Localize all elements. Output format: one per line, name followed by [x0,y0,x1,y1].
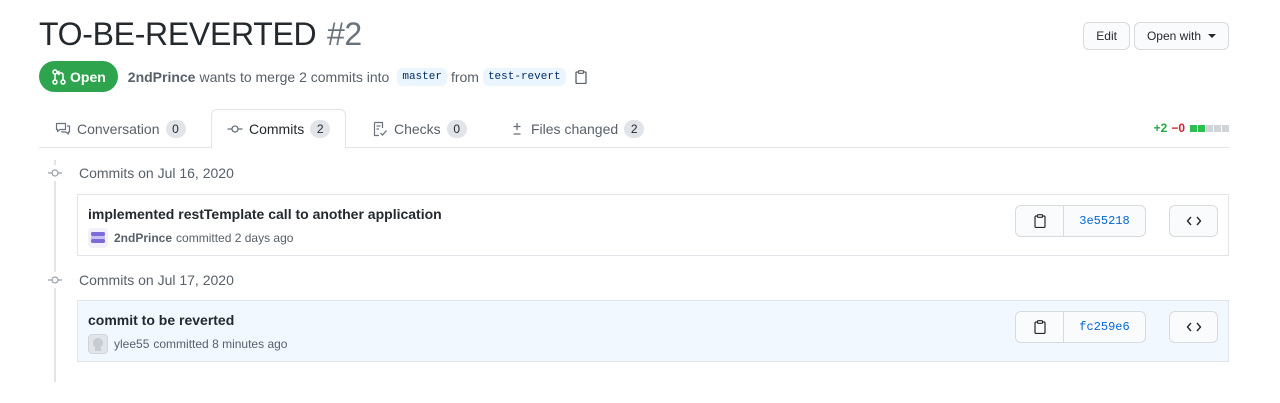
pr-title-text: TO-BE-REVERTED [39,16,317,52]
tab-label: Conversation [77,120,160,137]
commit-group-date: Commits on Jul 17, 2020 [79,272,234,288]
commit-sha-link[interactable]: fc259e6 [1064,312,1145,342]
git-commit-icon [227,125,243,133]
copy-sha-button[interactable] [1016,312,1064,342]
browse-repo-button[interactable] [1169,205,1218,237]
diffstat-block-neutral [1222,124,1229,132]
git-commit-icon [39,272,71,288]
head-branch[interactable]: test-revert [482,67,566,86]
tab-counter: 2 [624,119,645,138]
tab-label: Commits [249,121,305,137]
diffstat-block-added [1190,124,1197,132]
commit-group-header: Commits on Jul 16, 2020 [39,165,234,181]
tab-checks[interactable]: Checks 0 [372,109,467,148]
merge-text: wants to merge 2 commits into [199,68,390,85]
commit-message-link[interactable]: implemented restTemplate call to another… [88,206,442,222]
git-pull-request-icon [52,68,66,85]
tab-counter: 0 [165,119,186,138]
status-label: Open [70,68,106,85]
checklist-icon [373,121,387,136]
commit-row: implemented restTemplate call to another… [77,194,1229,256]
pr-number: #2 [326,16,362,52]
tab-counter: 0 [446,119,467,138]
commit-action: committed [176,231,232,245]
code-icon [1186,322,1201,332]
commit-time: 8 minutes ago [212,337,288,351]
edit-button[interactable]: Edit [1083,22,1130,50]
avatar[interactable] [88,228,108,248]
diffstat-deletions: −0 [1171,121,1185,135]
commit-group-date: Commits on Jul 16, 2020 [79,165,234,181]
comment-discussion-icon [55,122,71,135]
browse-repo-button[interactable] [1169,311,1218,343]
clipboard-icon [574,69,587,84]
diffstat-block-added [1198,124,1205,132]
git-commit-icon [39,165,71,181]
commit-author-link[interactable]: 2ndPrince [114,231,172,245]
commit-meta: 2ndPrince committed 2 days ago [88,228,293,248]
diffstat-block-neutral [1206,124,1213,132]
tab-conversation[interactable]: Conversation 0 [55,109,186,148]
open-with-button[interactable]: Open with [1133,22,1229,50]
commit-row: commit to be reverted ylee55 committed 8… [77,300,1229,362]
tab-commits[interactable]: Commits 2 [211,109,347,149]
from-text: from [450,68,479,85]
tab-counter: 2 [310,120,331,138]
commit-group-header: Commits on Jul 17, 2020 [39,272,234,288]
copy-branch-button[interactable] [574,69,587,84]
pr-tabs: Conversation 0 Commits 2 Checks 0 Files … [39,109,1229,149]
commit-author-link[interactable]: ylee55 [114,337,149,351]
tab-label: Checks [394,120,441,137]
clipboard-icon [1033,320,1046,334]
avatar[interactable] [88,334,108,354]
tab-label: Files changed [531,120,619,137]
pr-meta-row: Open 2ndPrince wants to merge 2 commits … [39,61,587,92]
open-with-label: Open with [1146,29,1201,43]
diffstat-additions: +2 [1153,121,1168,135]
timeline-line [54,160,56,382]
diffstat-blocks [1189,124,1229,132]
sha-button-group: fc259e6 [1015,311,1146,343]
diffstat: +2 −0 [1154,121,1229,135]
diff-icon [513,122,521,135]
commit-time: 2 days ago [234,231,294,245]
sha-button-group: 3e55218 [1015,205,1146,237]
clipboard-icon [1033,214,1046,228]
code-icon [1186,216,1201,226]
pr-header: TO-BE-REVERTED #2 Edit Open with Open 2n… [39,14,1229,104]
commit-message-link[interactable]: commit to be reverted [88,312,234,328]
merge-description: 2ndPrince wants to merge 2 commits into … [128,67,587,86]
base-branch[interactable]: master [397,67,447,86]
tab-files-changed[interactable]: Files changed 2 [509,109,645,148]
commit-action: committed [153,337,209,351]
commit-sha-link[interactable]: 3e55218 [1064,206,1145,236]
header-actions: Edit Open with [1083,22,1229,50]
author-link[interactable]: 2ndPrince [128,69,196,85]
page-title: TO-BE-REVERTED #2 [39,16,362,53]
commit-meta: ylee55 committed 8 minutes ago [88,334,287,354]
status-badge: Open [39,61,118,92]
chevron-down-icon [1208,34,1216,38]
diffstat-block-neutral [1214,124,1221,132]
copy-sha-button[interactable] [1016,206,1064,236]
